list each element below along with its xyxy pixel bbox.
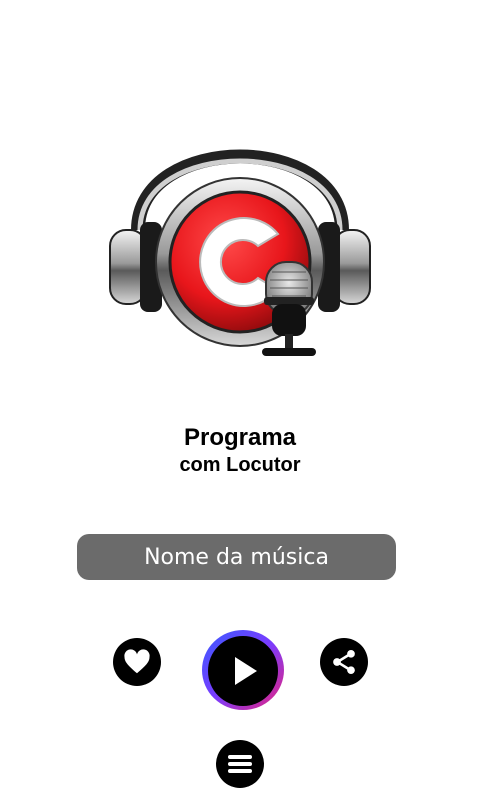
share-button[interactable] — [320, 638, 368, 686]
like-button[interactable] — [113, 638, 161, 686]
program-title: Programa — [183, 424, 297, 451]
share-icon — [333, 649, 355, 675]
song-name-bar: Nome da música — [77, 534, 396, 580]
menu-button[interactable] — [216, 740, 264, 788]
menu-icon — [228, 755, 252, 773]
heart-icon — [124, 649, 150, 674]
song-name: Nome da música — [144, 544, 329, 570]
program-subtitle: com Locutor — [179, 454, 301, 476]
station-logo — [100, 112, 380, 382]
play-button[interactable] — [201, 628, 285, 712]
